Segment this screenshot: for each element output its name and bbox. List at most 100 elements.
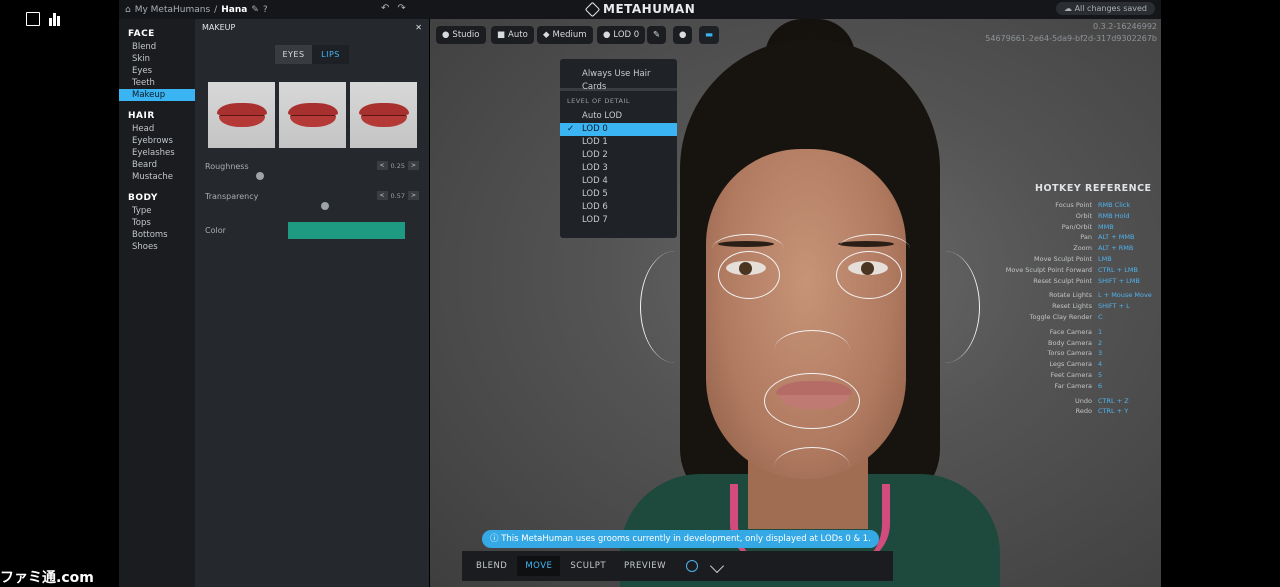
sidebar-item-blend[interactable]: Blend	[119, 41, 195, 53]
redo-icon[interactable]: ↷	[397, 3, 405, 14]
sidebar-item-bottoms[interactable]: Bottoms	[119, 229, 195, 241]
fullscreen-icon[interactable]	[26, 12, 40, 26]
quality-button[interactable]: ◆ Medium	[537, 26, 593, 44]
lod-option-1[interactable]: LOD 1	[560, 136, 677, 149]
info-icon: ⓘ	[490, 534, 502, 544]
always-use-hair-cards-option[interactable]: Always Use Hair Cards	[560, 68, 677, 92]
save-status: ☁ All changes saved	[1056, 2, 1155, 15]
roughness-decrement-icon[interactable]: <	[376, 161, 388, 170]
cloud-check-icon: ☁	[1064, 4, 1075, 13]
info-toggle-icon[interactable]	[686, 560, 699, 572]
sculpt-guide-mouth[interactable]	[764, 373, 860, 429]
symmetry-icon[interactable]	[709, 558, 725, 574]
mode-move-button[interactable]: MOVE	[517, 556, 561, 576]
camera-button[interactable]: ■ Auto	[491, 26, 534, 44]
transparency-slider-knob[interactable]	[321, 202, 329, 210]
lip-preset-2[interactable]	[279, 82, 346, 148]
mode-blend-button[interactable]: BLEND	[468, 556, 515, 576]
bulb-icon: ●	[442, 30, 450, 40]
hair-group: HAIR Head Eyebrows Eyelashes Beard Musta…	[119, 111, 195, 183]
brush-button[interactable]: ✎	[647, 26, 667, 44]
hotkey-keys: 1	[1098, 327, 1103, 336]
face	[706, 149, 906, 479]
sidebar-item-tops[interactable]: Tops	[119, 217, 195, 229]
lighting-button[interactable]: ● Studio	[436, 26, 486, 44]
lip-preset-3[interactable]	[350, 82, 417, 148]
help-icon[interactable]: ?	[263, 5, 268, 15]
sculpt-guide-nose[interactable]	[774, 330, 850, 370]
sidebar-item-eyebrows[interactable]: Eyebrows	[119, 135, 195, 147]
stats-icon[interactable]	[48, 12, 62, 26]
mode-preview-button[interactable]: PREVIEW	[616, 556, 674, 576]
lod-option-6[interactable]: LOD 6	[560, 201, 677, 214]
hotkey-action: Orbit	[1075, 211, 1092, 220]
lip-preset-1[interactable]	[208, 82, 275, 148]
hotkey-row: Legs Camera 4	[955, 359, 1161, 370]
roughness-label: Roughness	[205, 162, 249, 171]
outside-icons	[26, 12, 62, 26]
sidebar-item-head[interactable]: Head	[119, 123, 195, 135]
lod-option-auto[interactable]: Auto LOD	[560, 110, 677, 123]
breadcrumb-parent[interactable]: My MetaHumans	[135, 5, 210, 15]
monitor-button[interactable]: ▬	[699, 26, 720, 44]
lod-option-2[interactable]: LOD 2	[560, 149, 677, 162]
hotkey-row: Pan ALT + MMB	[955, 232, 1161, 243]
transparency-increment-icon[interactable]: >	[408, 191, 419, 200]
body-group: BODY Type Tops Bottoms Shoes	[119, 193, 195, 253]
hotkey-keys: ALT + MMB	[1098, 233, 1135, 242]
hotkey-keys: 2	[1098, 338, 1103, 347]
close-icon[interactable]: ✕	[415, 23, 422, 32]
quality-label: Medium	[552, 30, 587, 40]
sidebar-item-eyelashes[interactable]: Eyelashes	[119, 147, 195, 159]
color-swatch[interactable]	[288, 222, 405, 239]
hotkey-keys: SHIFT + LMB	[1098, 276, 1140, 285]
mode-bar: BLEND MOVE SCULPT PREVIEW	[462, 551, 893, 581]
diamond-icon: ◆	[543, 30, 550, 40]
lips-thumbnail	[358, 103, 409, 127]
home-icon[interactable]: ⌂	[125, 5, 131, 15]
dot-icon: ●	[603, 30, 611, 40]
tab-lips[interactable]: LIPS	[312, 45, 349, 64]
roughness-increment-icon[interactable]: >	[408, 161, 419, 170]
hotkey-keys: MMB	[1098, 222, 1114, 231]
transparency-decrement-icon[interactable]: <	[376, 191, 388, 200]
lod-option-5[interactable]: LOD 5	[560, 188, 677, 201]
head-button[interactable]: ●	[673, 26, 693, 44]
sidebar-item-makeup[interactable]: Makeup	[119, 89, 195, 101]
sidebar-item-mustache[interactable]: Mustache	[119, 171, 195, 183]
hotkey-keys: 6	[1098, 381, 1103, 390]
sculpt-guide-right-eye[interactable]	[836, 251, 902, 299]
hotkey-keys: C	[1098, 312, 1103, 321]
sidebar-item-beard[interactable]: Beard	[119, 159, 195, 171]
tab-eyes[interactable]: EYES	[275, 45, 312, 64]
mode-sculpt-button[interactable]: SCULPT	[562, 556, 614, 576]
app-logo: METAHUMAN	[584, 1, 695, 17]
roughness-value-box: < 0.25 >	[376, 161, 419, 170]
lod-button[interactable]: ● LOD 0	[597, 26, 646, 44]
sidebar-item-teeth[interactable]: Teeth	[119, 77, 195, 89]
lod-dropdown: Always Use Hair Cards LEVEL OF DETAIL Au…	[560, 59, 677, 238]
undo-icon[interactable]: ↶	[381, 3, 389, 14]
hotkey-keys: 5	[1098, 370, 1103, 379]
sidebar-item-skin[interactable]: Skin	[119, 53, 195, 65]
hotkey-action: Legs Camera	[1049, 360, 1092, 369]
camera-label: Auto	[508, 30, 528, 40]
hotkey-action: Feet Camera	[1050, 370, 1092, 379]
roughness-value[interactable]: 0.25	[391, 162, 405, 170]
sculpt-guide-left-jaw[interactable]	[640, 251, 710, 363]
hotkey-row: Toggle Clay Render C	[955, 312, 1161, 323]
lod-option-7[interactable]: LOD 7	[560, 214, 677, 227]
lod-option-3[interactable]: LOD 3	[560, 162, 677, 175]
hotkey-row: Feet Camera 5	[955, 370, 1161, 381]
sidebar-item-shoes[interactable]: Shoes	[119, 241, 195, 253]
lod-option-4[interactable]: LOD 4	[560, 175, 677, 188]
sculpt-guide-left-eye[interactable]	[718, 251, 780, 299]
edit-name-icon[interactable]: ✎	[251, 5, 259, 15]
sculpt-guide-chin[interactable]	[774, 447, 850, 487]
roughness-slider-knob[interactable]	[256, 172, 264, 180]
lod-option-0[interactable]: LOD 0	[560, 123, 677, 136]
hotkey-title: HOTKEY REFERENCE	[1035, 183, 1152, 194]
sidebar-item-eyes[interactable]: Eyes	[119, 65, 195, 77]
sidebar-item-type[interactable]: Type	[119, 205, 195, 217]
transparency-value[interactable]: 0.57	[391, 192, 405, 200]
